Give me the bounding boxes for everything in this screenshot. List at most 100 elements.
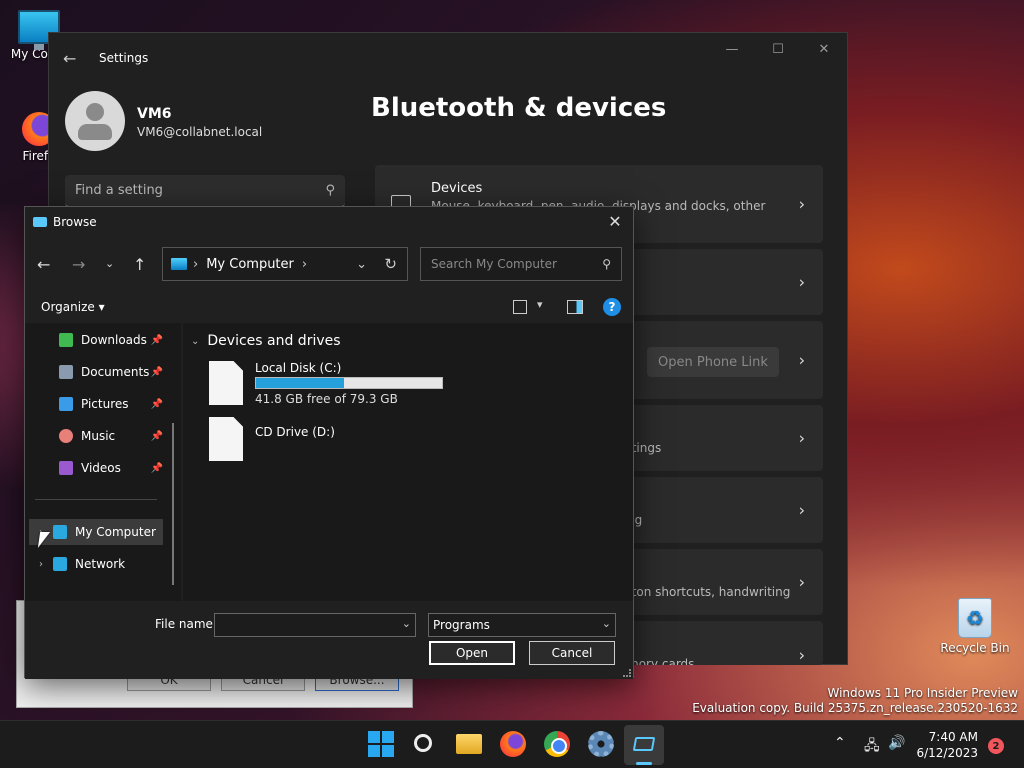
- chevron-right-icon: ›: [798, 645, 805, 665]
- drive-usage-fill: [256, 378, 344, 388]
- chevron-right-icon: ›: [798, 572, 805, 592]
- sidebar-item-label: My Computer: [75, 525, 156, 539]
- file-name-label: File name:: [155, 617, 217, 631]
- minimize-icon[interactable]: —: [709, 33, 755, 65]
- refresh-icon[interactable]: ↻: [384, 255, 397, 273]
- window-controls: — ☐ ✕: [709, 33, 847, 65]
- chevron-right-icon: ›: [798, 272, 805, 292]
- active-app-icon[interactable]: [624, 725, 664, 765]
- user-name: VM6: [137, 106, 172, 122]
- page-title: Bluetooth & devices: [371, 93, 667, 123]
- chevron-up-icon[interactable]: ⌃: [834, 735, 846, 751]
- watermark-line: Windows 11 Pro Insider Preview: [827, 686, 1018, 700]
- group-header[interactable]: ⌄ Devices and drives: [191, 333, 341, 349]
- organize-label: Organize: [41, 300, 95, 314]
- pin-icon[interactable]: 📌: [151, 431, 163, 442]
- chevron-right-icon: ›: [798, 194, 805, 214]
- collapse-chevron-icon[interactable]: ⌄: [191, 336, 199, 347]
- sidebar-item-label: Pictures: [81, 397, 129, 411]
- volume-icon[interactable]: 🔊: [888, 735, 905, 751]
- drive-free-space: 41.8 GB free of 79.3 GB: [255, 392, 398, 406]
- documents-icon: [59, 365, 73, 379]
- sidebar-item-label: Network: [75, 557, 126, 571]
- chrome-icon[interactable]: [544, 731, 570, 757]
- browse-title-bar: Browse: [25, 207, 633, 237]
- close-icon[interactable]: ✕: [605, 212, 625, 231]
- open-button[interactable]: Open: [429, 641, 515, 665]
- start-icon[interactable]: [368, 731, 394, 757]
- sidebar-item-downloads[interactable]: Downloads 📌: [59, 327, 163, 353]
- back-arrow-icon[interactable]: ←: [37, 255, 50, 274]
- sidebar-divider: [35, 499, 157, 500]
- address-bar[interactable]: › My Computer › ⌄ ↻: [162, 247, 408, 281]
- drive-name: CD Drive (D:): [255, 425, 335, 439]
- desktop-icon-label: Recycle Bin: [940, 641, 1010, 655]
- close-icon[interactable]: ✕: [801, 33, 847, 65]
- navigation-pane: Downloads 📌 Documents 📌 Pictures 📌 Music…: [25, 323, 181, 601]
- back-arrow-icon[interactable]: ←: [63, 49, 83, 68]
- chevron-down-icon[interactable]: ⌄: [356, 257, 367, 272]
- search-icon[interactable]: [414, 734, 432, 752]
- sidebar-item-label: Videos: [81, 461, 121, 475]
- pin-icon[interactable]: 📌: [151, 399, 163, 410]
- sidebar-item-videos[interactable]: Videos 📌: [59, 455, 163, 481]
- pin-icon[interactable]: 📌: [151, 335, 163, 346]
- view-options-icon[interactable]: [513, 300, 527, 314]
- sidebar-scrollbar[interactable]: [172, 423, 174, 585]
- sidebar-item-pictures[interactable]: Pictures 📌: [59, 391, 163, 417]
- sidebar-item-label: Music: [81, 429, 116, 443]
- forward-arrow-icon[interactable]: →: [72, 255, 85, 274]
- maximize-icon[interactable]: ☐: [755, 33, 801, 65]
- drive-usage-bar: [255, 377, 443, 389]
- breadcrumb[interactable]: My Computer: [206, 257, 294, 272]
- clock[interactable]: 7:40 AM 6/12/2023: [916, 729, 978, 761]
- file-type-select[interactable]: Programs ⌄: [428, 613, 616, 637]
- chevron-down-icon[interactable]: ⌄: [402, 617, 411, 630]
- breadcrumb-separator: ›: [193, 256, 199, 272]
- drive-icon: [209, 417, 243, 461]
- dialog-footer: File name: ⌄ Programs ⌄ Open Cancel: [25, 601, 633, 679]
- navigation-bar: ← → ⌄ ↑ › My Computer › ⌄ ↻ Search My Co…: [25, 247, 633, 281]
- organize-button[interactable]: Organize ▾: [41, 300, 105, 314]
- open-phone-link-button[interactable]: Open Phone Link: [647, 347, 779, 377]
- music-icon: [59, 429, 73, 443]
- search-icon: ⚲: [325, 183, 335, 198]
- downloads-icon: [59, 333, 73, 347]
- expand-chevron-icon[interactable]: ›: [39, 559, 43, 570]
- recent-locations-chevron-icon[interactable]: ⌄: [105, 257, 114, 270]
- sidebar-item-network[interactable]: › Network: [29, 551, 163, 577]
- videos-icon: [59, 461, 73, 475]
- up-arrow-icon[interactable]: ↑: [133, 255, 146, 274]
- file-name-input[interactable]: ⌄: [214, 613, 416, 637]
- browse-dialog: Browse ✕ ← → ⌄ ↑ › My Computer › ⌄ ↻ Sea…: [24, 206, 634, 679]
- clock-time: 7:40 AM: [928, 730, 978, 744]
- card-subtitle: tton shortcuts, handwriting: [627, 585, 791, 599]
- chevron-right-icon: ›: [798, 500, 805, 520]
- settings-icon[interactable]: [588, 731, 614, 757]
- file-explorer-icon[interactable]: [456, 734, 482, 754]
- pin-icon[interactable]: 📌: [151, 367, 163, 378]
- card-title: Devices: [431, 181, 483, 196]
- sidebar-item-music[interactable]: Music 📌: [59, 423, 163, 449]
- network-icon[interactable]: 🖧: [864, 735, 880, 759]
- recycle-bin-icon: ♻: [958, 598, 992, 638]
- firefox-icon[interactable]: [500, 731, 526, 757]
- preview-pane-icon[interactable]: [567, 300, 583, 314]
- search-input[interactable]: Search My Computer ⚲: [420, 247, 622, 281]
- desktop-icon-recycle-bin[interactable]: ♻ Recycle Bin: [938, 598, 1012, 655]
- sidebar-item-documents[interactable]: Documents 📌: [59, 359, 163, 385]
- chevron-down-icon[interactable]: ▾: [537, 298, 543, 311]
- notification-badge[interactable]: 2: [988, 738, 1004, 754]
- user-email: VM6@collabnet.local: [137, 125, 263, 139]
- help-icon[interactable]: ?: [603, 298, 621, 316]
- app-icon: [33, 217, 47, 227]
- resize-grip-icon[interactable]: [623, 669, 631, 677]
- avatar[interactable]: [65, 91, 125, 151]
- computer-icon: [171, 258, 187, 270]
- cancel-button[interactable]: Cancel: [529, 641, 615, 665]
- find-setting-input[interactable]: Find a setting ⚲: [65, 175, 345, 207]
- file-list: ⌄ Devices and drives Local Disk (C:) 41.…: [183, 323, 633, 601]
- pin-icon[interactable]: 📌: [151, 463, 163, 474]
- search-icon: ⚲: [602, 257, 611, 271]
- settings-title: Settings: [99, 51, 149, 65]
